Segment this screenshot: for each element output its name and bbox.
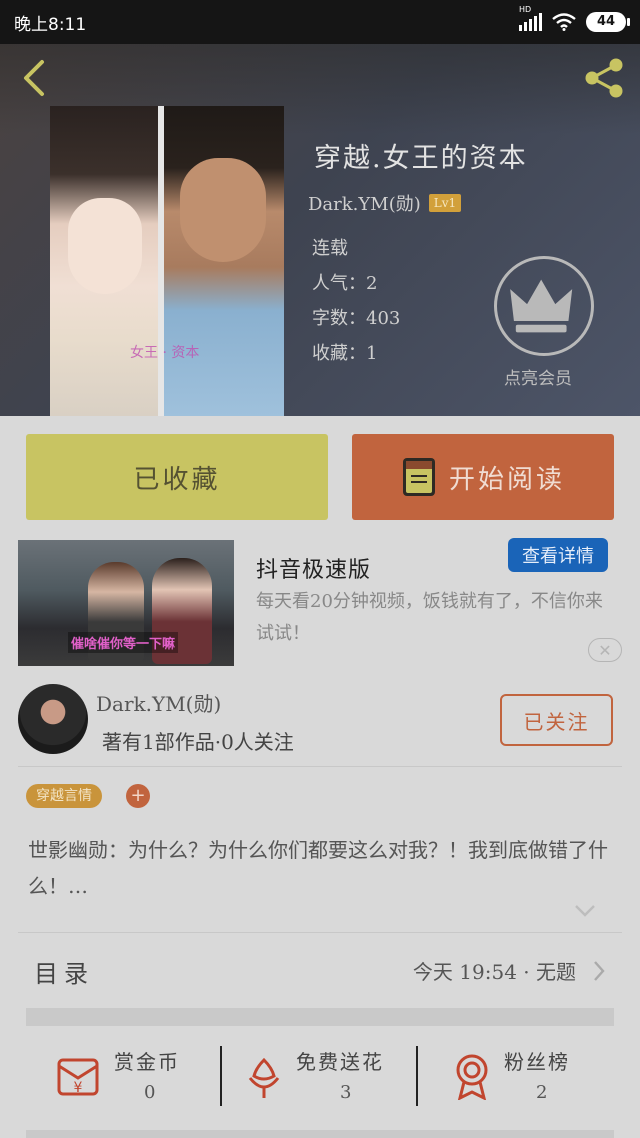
book-collections: 收藏：1 [312, 343, 378, 364]
ad-description: 每天看20分钟视频，饭钱就有了，不信你来试试！ [256, 591, 603, 644]
fan-ranking-button[interactable]: 粉丝榜 2 [418, 1026, 614, 1130]
author-card-stats: 著有1部作品·0人关注 [102, 730, 294, 754]
vip-button[interactable] [494, 256, 594, 356]
book-detail-content: 已收藏 开始阅读 催啥催你等一下嘛 抖音极速版 每天看20分钟视频，饭钱就有了，… [0, 416, 640, 1138]
send-flower-count: 3 [340, 1082, 352, 1103]
table-of-contents-row[interactable]: 目录 今天 19:54 · 无题 [18, 934, 622, 1008]
crown-icon [510, 279, 573, 333]
start-reading-label: 开始阅读 [448, 464, 565, 495]
section-separator [26, 1008, 614, 1026]
book-title: 穿越.女王的资本 [314, 143, 528, 174]
cover-watermark: 女王 · 资本 [130, 345, 200, 361]
divider [18, 766, 622, 767]
tip-coins-count: 0 [144, 1082, 156, 1103]
flower-icon [248, 1057, 280, 1098]
book-word-count: 字数：403 [312, 308, 401, 329]
chevron-down-icon[interactable] [574, 904, 596, 918]
book-cover[interactable]: 女王 · 资本 [50, 106, 284, 416]
ad-close-icon[interactable]: ✕ [588, 638, 622, 662]
toc-latest-chapter: 今天 19:54 · 无题 [412, 960, 576, 984]
ad-details-button[interactable]: 查看详情 [508, 538, 608, 572]
fan-ranking-label: 粉丝榜 [504, 1050, 570, 1074]
book-header: 女王 · 资本 穿越.女王的资本 Dark.YM(勋) Lv1 连载 人气：2 … [0, 44, 640, 416]
wifi-icon [552, 13, 576, 31]
status-bar: 晚上8:11 HD 44 [0, 0, 640, 44]
status-time: 晚上8:11 [14, 14, 87, 35]
send-flower-label: 免费送花 [296, 1050, 384, 1074]
gold-coin-envelope-icon: ¥ [57, 1058, 99, 1096]
back-arrow-icon[interactable] [16, 58, 56, 98]
chevron-right-icon [594, 961, 605, 981]
vip-label[interactable]: 点亮会员 [504, 364, 572, 389]
tip-coins-label: 赏金币 [114, 1050, 180, 1074]
avatar[interactable] [18, 684, 88, 754]
svg-text:¥: ¥ [74, 1080, 83, 1096]
start-reading-button[interactable]: 开始阅读 [352, 434, 614, 520]
book-status: 连载 [312, 238, 348, 259]
book-popularity: 人气：2 [312, 273, 378, 294]
network-type: HD [519, 5, 532, 14]
add-tag-button[interactable]: + [126, 784, 150, 808]
send-flower-button[interactable]: 免费送花 3 [222, 1026, 418, 1130]
ad-title[interactable]: 抖音极速版 [256, 552, 371, 584]
book-icon [402, 458, 435, 496]
medal-icon [456, 1054, 488, 1100]
collected-button[interactable]: 已收藏 [26, 434, 328, 520]
section-separator [26, 1130, 614, 1138]
signal-icon: HD [519, 5, 542, 31]
toc-label: 目录 [34, 960, 94, 988]
genre-tag[interactable]: 穿越言情 [26, 784, 102, 808]
follow-button[interactable]: 已关注 [500, 694, 613, 746]
reader-actions: ¥ 赏金币 0 免费送花 3 粉丝榜 2 [26, 1026, 614, 1130]
author-row: Dark.YM(勋) Lv1 [308, 190, 462, 216]
divider [18, 932, 622, 933]
share-icon[interactable] [580, 54, 628, 102]
battery-icon: 44 [586, 12, 630, 32]
author-card-name[interactable]: Dark.YM(勋) [96, 688, 221, 717]
ad-image[interactable]: 催啥催你等一下嘛 [18, 540, 234, 666]
author-level-badge: Lv1 [428, 194, 462, 212]
status-indicators: HD 44 [519, 5, 630, 32]
ad-image-caption: 催啥催你等一下嘛 [68, 632, 179, 653]
book-author[interactable]: Dark.YM(勋) [308, 190, 421, 216]
fan-ranking-count: 2 [536, 1082, 548, 1103]
tip-coins-button[interactable]: ¥ 赏金币 0 [26, 1026, 222, 1130]
book-intro: 世影幽勋：为什么？为什么你们都要这么对我？！我到底做错了什么！… [28, 838, 608, 898]
